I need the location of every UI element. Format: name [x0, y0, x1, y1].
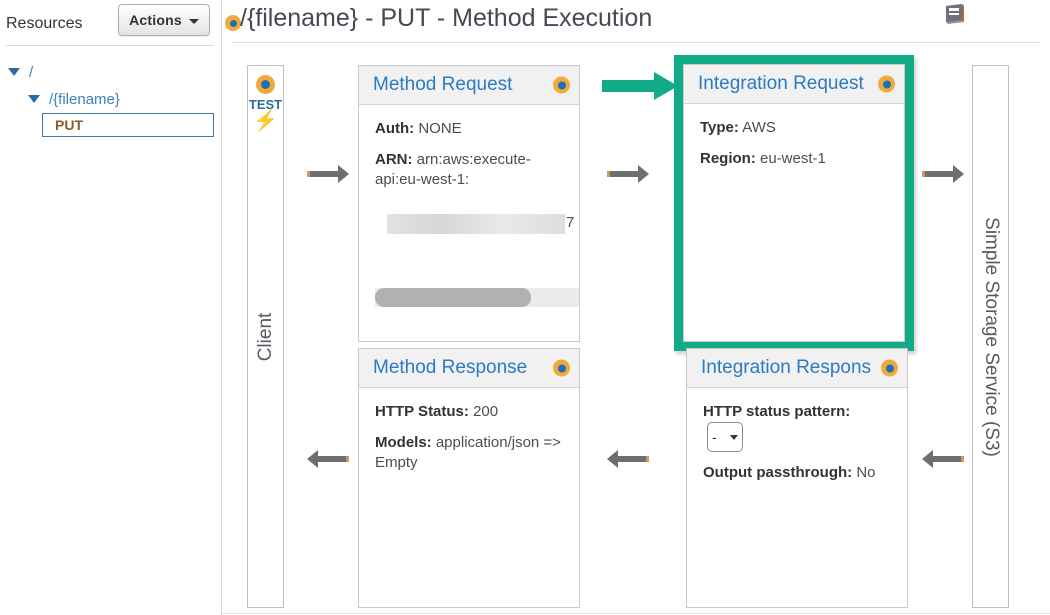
resources-label: Resources: [6, 15, 83, 32]
node-integration-response-header: Integration Respons: [687, 349, 907, 388]
node-method-request-header: Method Request: [359, 66, 579, 105]
node-method-request-body: Auth: NONE ARN: arn:aws:execute-api:eu-w…: [359, 105, 579, 190]
tree-item-put-method-label: PUT: [55, 117, 83, 133]
arrow-head-icon: [607, 450, 618, 468]
status-dot-icon: [553, 76, 570, 94]
sidebar-header: Resources Actions: [0, 0, 222, 45]
actions-button[interactable]: Actions: [118, 4, 210, 36]
http-status-pattern-select[interactable]: -: [707, 422, 743, 452]
arrow-head-icon: [953, 165, 964, 183]
field-region-value: eu-west-1: [760, 150, 826, 167]
field-auth-key: Auth:: [375, 120, 415, 137]
field-models-key: Models:: [375, 434, 432, 451]
field-http-status-key: HTTP Status:: [375, 403, 469, 420]
arrow-tail: [646, 456, 649, 462]
field-region: Region: eu-west-1: [700, 149, 891, 169]
field-output-passthrough-key: Output passthrough:: [703, 464, 853, 481]
node-method-response[interactable]: Method Response HTTP Status: 200 Models:…: [358, 348, 580, 608]
http-status-pattern-value: -: [712, 429, 717, 445]
arrow-shaft: [925, 171, 953, 177]
resources-sidebar: Resources Actions / /{filename} PUT: [0, 0, 222, 615]
node-method-response-header: Method Response: [359, 349, 579, 388]
tree-item-root-label: /: [29, 63, 34, 81]
field-auth: Auth: NONE: [375, 119, 566, 139]
arrow-integration-response-to-method-response: [607, 450, 649, 468]
redacted-account-id-suffix: 7: [566, 214, 575, 231]
backend-lane-label: Simple Storage Service (S3): [980, 216, 1002, 457]
chevron-down-icon[interactable]: [8, 68, 20, 76]
arrow-shaft: [318, 456, 346, 462]
field-type: Type: AWS: [700, 118, 891, 138]
node-method-request-title[interactable]: Method Request: [373, 74, 512, 96]
page-title: /{filename} - PUT - Method Execution: [240, 4, 653, 32]
node-integration-request-body: Type: AWS Region: eu-west-1: [684, 104, 904, 169]
page-header: /{filename} - PUT - Method Execution: [222, 0, 1050, 45]
sidebar-divider: [6, 45, 214, 46]
node-integration-request-title[interactable]: Integration Request: [698, 73, 864, 95]
arrow-shaft: [933, 456, 961, 462]
tree-item-filename-label: /{filename}: [49, 90, 120, 108]
arrow-head-icon: [338, 165, 349, 183]
arrow-method-request-to-integration-request: [607, 165, 649, 183]
bottom-divider: [222, 613, 1050, 614]
field-http-status-value: 200: [473, 403, 499, 420]
status-dot-icon: [553, 359, 570, 377]
tree-item-root[interactable]: /: [8, 59, 33, 85]
node-method-response-body: HTTP Status: 200 Models: application/jso…: [359, 388, 579, 473]
arrow-method-response-to-client: [307, 450, 349, 468]
test-button[interactable]: TEST ⚡: [247, 67, 284, 157]
arrow-shaft: [618, 456, 646, 462]
node-integration-request-header: Integration Request: [684, 65, 904, 104]
backend-lane-s3: Simple Storage Service (S3): [972, 65, 1009, 608]
arrow-tail: [961, 456, 964, 462]
node-method-request[interactable]: Method Request Auth: NONE ARN: arn:aws:e…: [358, 65, 580, 342]
arrow-tail: [346, 456, 349, 462]
actions-button-label: Actions: [129, 12, 182, 28]
chevron-down-icon[interactable]: [28, 95, 40, 103]
status-dot-icon: [225, 15, 241, 31]
arrow-head-icon: [307, 450, 318, 468]
field-type-key: Type:: [700, 119, 739, 136]
field-auth-value: NONE: [418, 120, 462, 137]
redacted-account-id: [387, 214, 565, 234]
field-models: Models: application/json => Empty: [375, 433, 566, 473]
arrow-client-to-method-request: [307, 165, 349, 183]
field-output-passthrough-value: No: [856, 464, 876, 481]
node-integration-response-body: HTTP status pattern: - Output passthroug…: [687, 388, 907, 483]
lightning-bolt-icon: ⚡: [253, 110, 278, 132]
arrow-integration-request-to-backend: [922, 165, 964, 183]
annotation-arrow-icon: [602, 70, 682, 102]
method-execution-page: Resources Actions / /{filename} PUT /{fi…: [0, 0, 1050, 615]
header-divider: [232, 42, 1040, 43]
arrow-shaft: [610, 171, 638, 177]
field-output-passthrough: Output passthrough: No: [703, 463, 894, 483]
arrow-head-icon: [638, 165, 649, 183]
node-integration-response-title[interactable]: Integration Respons: [701, 357, 871, 379]
book-icon[interactable]: [938, 2, 968, 28]
node-integration-response[interactable]: Integration Respons HTTP status pattern:…: [686, 348, 908, 608]
field-region-key: Region:: [700, 150, 756, 167]
field-http-status: HTTP Status: 200: [375, 402, 566, 422]
field-http-status-pattern: HTTP status pattern: -: [703, 402, 894, 452]
arrow-backend-to-integration-response: [922, 450, 964, 468]
field-type-value: AWS: [742, 119, 776, 136]
node-method-response-title[interactable]: Method Response: [373, 357, 527, 379]
status-dot-icon: [878, 75, 895, 93]
field-http-status-pattern-key: HTTP status pattern:: [703, 403, 851, 420]
client-lane-label: Client: [254, 312, 276, 361]
arrow-head-icon: [922, 450, 933, 468]
node-integration-request[interactable]: Integration Request Type: AWS Region: eu…: [683, 64, 905, 342]
tree-item-put-method[interactable]: PUT: [42, 113, 214, 137]
chevron-down-icon: [730, 434, 738, 440]
arrow-shaft: [310, 171, 338, 177]
highlight-frame-integration-request: Integration Request Type: AWS Region: eu…: [674, 55, 914, 351]
status-dot-icon: [881, 359, 898, 377]
redacted-bar: [375, 288, 531, 307]
status-dot-icon: [256, 75, 275, 94]
field-arn: ARN: arn:aws:execute-api:eu-west-1:: [375, 150, 566, 190]
field-arn-key: ARN:: [375, 151, 413, 168]
tree-item-filename[interactable]: /{filename}: [28, 86, 120, 112]
chevron-down-icon: [188, 18, 199, 24]
method-execution-diagram: Client TEST ⚡ Simple Storage Service (S3…: [222, 45, 1050, 615]
